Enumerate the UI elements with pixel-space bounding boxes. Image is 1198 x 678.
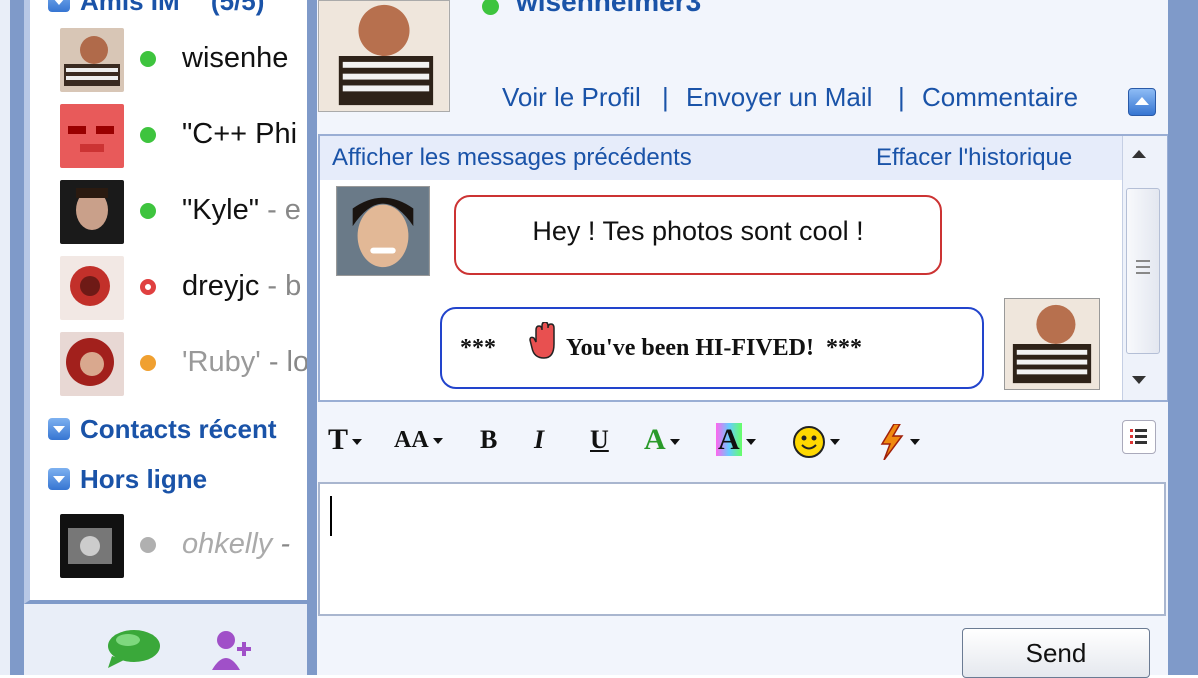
contact-item[interactable]: 'Ruby' - lo xyxy=(60,332,320,396)
dropdown-caret-icon xyxy=(830,439,840,446)
dropdown-caret-icon xyxy=(910,439,920,446)
collapse-icon xyxy=(48,468,70,490)
smiley-icon xyxy=(793,426,825,459)
font-size-button[interactable]: AA xyxy=(394,420,443,460)
contact-item[interactable]: dreyjc - b xyxy=(60,256,320,320)
italic-button[interactable]: I xyxy=(534,420,544,460)
collapse-header-button[interactable] xyxy=(1128,88,1156,116)
bold-button[interactable]: B xyxy=(480,420,497,460)
contact-name: "C++ Phi xyxy=(182,118,298,150)
group-header-online[interactable]: Amis IM (5/5) xyxy=(48,0,264,17)
audible-button[interactable] xyxy=(876,420,920,461)
group-count: (5/5) xyxy=(210,0,265,16)
comment-link[interactable]: Commentaire xyxy=(922,82,1078,113)
group-header-recent[interactable]: Contacts récent xyxy=(48,414,277,445)
scrollbar-grip-icon xyxy=(1136,260,1150,278)
contact-item[interactable]: "Kyle" - e xyxy=(60,180,320,244)
contact-name: 'Ruby' - lo xyxy=(182,346,310,378)
list-options-icon[interactable] xyxy=(1122,420,1156,454)
hand-icon xyxy=(529,322,555,359)
scroll-down-arrow-icon[interactable] xyxy=(1132,376,1146,384)
view-profile-link[interactable]: Voir le Profil xyxy=(502,82,641,113)
clear-history-link[interactable]: Effacer l'historique xyxy=(876,144,1072,172)
status-busy-icon xyxy=(140,279,156,295)
dropdown-caret-icon xyxy=(432,438,443,445)
friend-avatar xyxy=(336,186,430,276)
add-contact-icon[interactable] xyxy=(206,628,260,672)
lightning-icon xyxy=(880,423,904,461)
text-color-button[interactable]: A xyxy=(644,420,680,460)
dropdown-caret-icon xyxy=(352,439,363,446)
emoticon-button[interactable] xyxy=(792,420,840,460)
status-online-icon xyxy=(140,203,156,219)
list-icon xyxy=(1130,429,1147,444)
group-header-offline[interactable]: Hors ligne xyxy=(48,464,207,495)
status-offline-icon xyxy=(140,537,156,553)
dropdown-caret-icon xyxy=(669,439,680,446)
link-separator: | xyxy=(662,82,669,112)
contact-profile-photo xyxy=(318,0,450,112)
contact-list: Amis IM (5/5) wisenhe "C++ Phi "Kyle" - … xyxy=(24,0,309,604)
message-input[interactable] xyxy=(318,482,1166,616)
contact-item[interactable]: ohkelly - xyxy=(60,514,320,578)
contact-name: dreyjc - b xyxy=(182,270,302,302)
avatar xyxy=(60,104,124,168)
font-button[interactable]: T xyxy=(328,420,363,460)
avatar xyxy=(60,256,124,320)
chat-bubble-icon[interactable] xyxy=(104,628,162,668)
status-idle-icon xyxy=(140,355,156,371)
avatar xyxy=(60,28,124,92)
status-online-icon xyxy=(140,127,156,143)
link-separator: | xyxy=(898,82,905,112)
background-color-button[interactable]: A xyxy=(716,420,756,460)
underline-button[interactable]: U xyxy=(590,420,609,460)
contacts-panel-border xyxy=(10,0,24,675)
contact-item[interactable]: wisenhe xyxy=(60,28,320,92)
scroll-up-arrow-icon[interactable] xyxy=(1132,150,1146,158)
text-cursor xyxy=(330,496,332,536)
avatar xyxy=(60,514,124,578)
show-previous-messages-link[interactable]: Afficher les messages précédents xyxy=(332,144,692,172)
my-avatar xyxy=(1004,298,1100,390)
send-mail-link[interactable]: Envoyer un Mail xyxy=(686,82,872,113)
contact-name: wisenhe xyxy=(182,42,289,74)
status-online-icon xyxy=(140,51,156,67)
chat-contact-name: wisenheimer3 xyxy=(516,0,702,17)
dropdown-caret-icon xyxy=(745,439,756,446)
contact-name: ohkelly - xyxy=(182,528,290,560)
avatar xyxy=(60,180,124,244)
collapse-icon xyxy=(48,0,70,12)
send-button[interactable]: Send xyxy=(962,628,1150,678)
message-text: Hey ! Tes photos sont cool ! xyxy=(532,216,864,246)
contact-name: "Kyle" - e xyxy=(182,194,301,226)
contact-item[interactable]: "C++ Phi xyxy=(60,104,320,168)
message-text: *** You've been HI-FIVED! *** xyxy=(460,335,863,361)
collapse-icon xyxy=(48,418,70,440)
avatar xyxy=(60,332,124,396)
